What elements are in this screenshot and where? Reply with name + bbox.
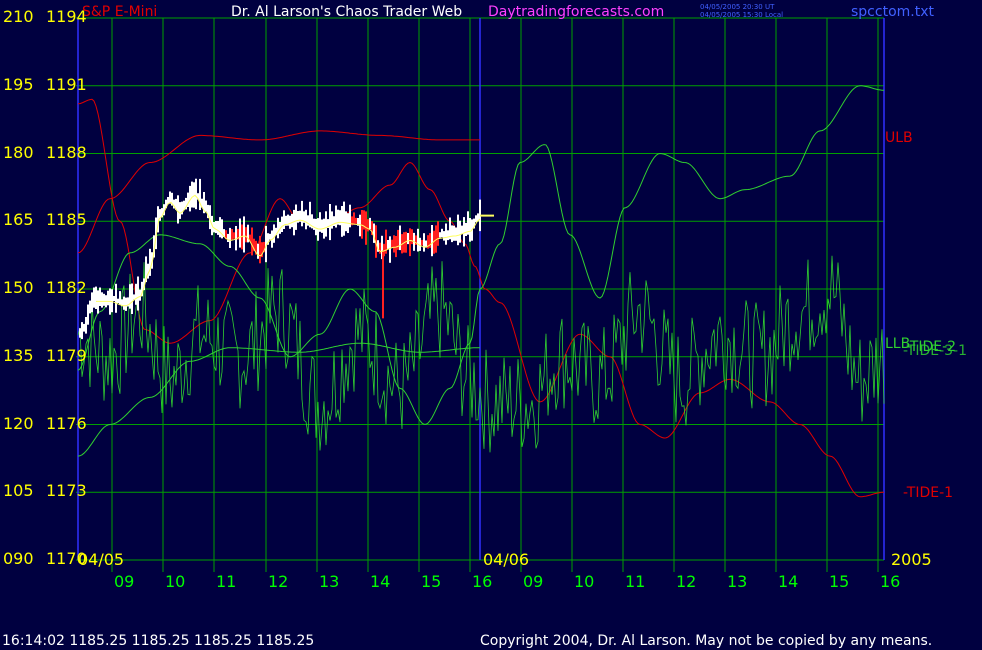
y-label-right: 1179 bbox=[46, 345, 87, 365]
x-tick-label: 13 bbox=[319, 572, 340, 591]
y-label-left: 105 bbox=[3, 481, 34, 501]
x-tick-label: 15 bbox=[421, 572, 442, 591]
x-tick-label: 11 bbox=[216, 572, 237, 591]
utc-time: 04/05/2005 20:30 UT bbox=[700, 3, 775, 11]
y-label-left: 210 bbox=[3, 7, 34, 26]
y-label-left: 165 bbox=[3, 210, 34, 230]
y-label-right: 1188 bbox=[46, 142, 87, 162]
tide-3-1-line bbox=[77, 255, 885, 453]
y-label-left: 195 bbox=[3, 74, 34, 94]
site-link[interactable]: Daytradingforecasts.com bbox=[488, 5, 664, 19]
x-tick-label: 10 bbox=[574, 572, 595, 591]
x-tick-label: 13 bbox=[727, 572, 748, 591]
chart-title: Dr. Al Larson's Chaos Trader Web bbox=[231, 4, 463, 20]
series-label-ulb: ULB bbox=[885, 130, 913, 146]
date-label-mid: 04/06 bbox=[483, 550, 530, 569]
copyright: Copyright 2004, Dr. Al Larson. May not b… bbox=[480, 633, 933, 649]
y-label-right: 1194 bbox=[46, 7, 87, 26]
x-tick-label: 14 bbox=[778, 572, 799, 591]
y-label-right: 1173 bbox=[46, 481, 87, 501]
date-label-year: 2005 bbox=[891, 550, 932, 569]
quote-line: 16:14:02 1185.25 1185.25 1185.25 1185.25 bbox=[2, 633, 315, 649]
x-tick-label: 09 bbox=[523, 572, 544, 591]
local-time: 04/05/2005 15:30 Local bbox=[700, 11, 784, 19]
y-label-left: 120 bbox=[3, 413, 34, 433]
y-label-left: 150 bbox=[3, 278, 34, 297]
series-label-tide-3-1: -TIDE-3-1 bbox=[903, 343, 967, 359]
y-label-left: 090 bbox=[3, 549, 34, 568]
y-label-left: 135 bbox=[3, 345, 34, 365]
date-label-start: 04/05 bbox=[78, 550, 125, 569]
x-tick-label: 14 bbox=[370, 572, 391, 591]
x-tick-label: 09 bbox=[114, 572, 135, 591]
x-tick-label: 10 bbox=[165, 572, 186, 591]
series-label-tide-1: -TIDE-1 bbox=[903, 485, 954, 501]
x-tick-label: 11 bbox=[625, 572, 646, 591]
tide-2-line bbox=[77, 85, 885, 425]
tide-1-line bbox=[77, 98, 884, 498]
file-name: spcctom.txt bbox=[851, 4, 934, 20]
instrument-label: S&P E-Mini bbox=[82, 4, 158, 20]
x-tick-label: 16 bbox=[472, 572, 493, 591]
x-tick-label: 16 bbox=[880, 572, 901, 591]
llb-band-line bbox=[77, 342, 480, 457]
x-tick-label: 12 bbox=[676, 572, 697, 591]
y-label-right: 1176 bbox=[46, 413, 87, 433]
x-tick-label: 15 bbox=[829, 572, 850, 591]
x-tick-label: 12 bbox=[268, 572, 289, 591]
y-label-left: 180 bbox=[3, 142, 34, 162]
y-label-right: 1185 bbox=[46, 210, 87, 230]
y-label-right: 1182 bbox=[46, 278, 87, 297]
y-label-right: 1191 bbox=[46, 74, 87, 94]
